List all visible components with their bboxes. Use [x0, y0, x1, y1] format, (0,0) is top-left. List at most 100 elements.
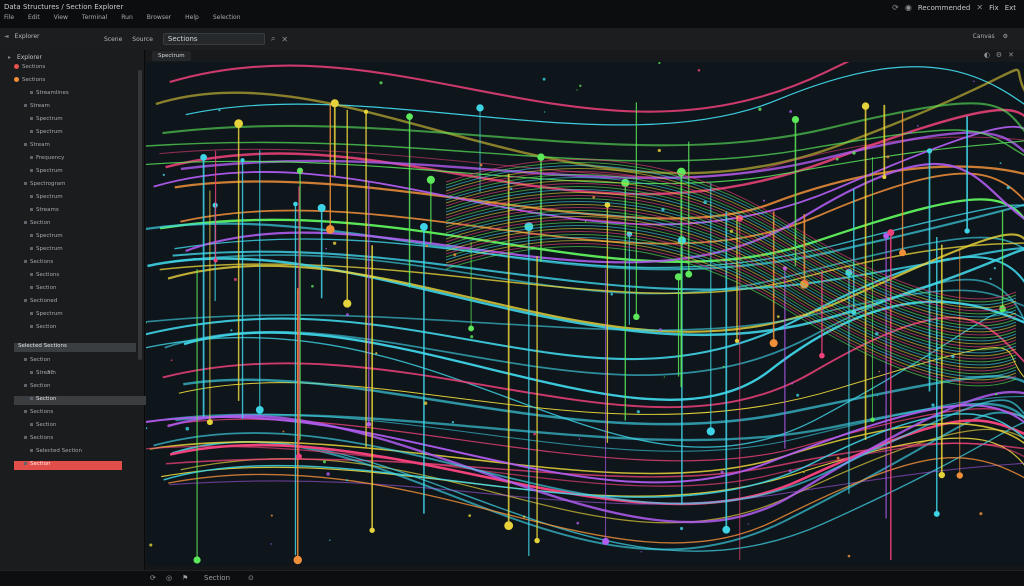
- node-icon: [30, 325, 33, 328]
- close-icon[interactable]: ✕: [1008, 51, 1014, 59]
- node-dot: [870, 417, 875, 422]
- menu-item[interactable]: View: [54, 14, 68, 21]
- visualization-canvas[interactable]: [146, 62, 1024, 566]
- panel-item[interactable]: Stream 30: [14, 370, 56, 379]
- menu-item[interactable]: Terminal: [82, 14, 107, 21]
- clear-icon[interactable]: ✕: [281, 35, 288, 44]
- menu-item[interactable]: Help: [185, 14, 199, 21]
- speck: [722, 365, 725, 368]
- tree-item[interactable]: Sections: [14, 77, 45, 86]
- panel-item[interactable]: Section: [14, 383, 50, 392]
- node-dot: [255, 405, 264, 414]
- speck: [468, 514, 472, 517]
- flag-icon[interactable]: ⚑: [182, 574, 188, 582]
- tree-item[interactable]: Frequency: [14, 155, 64, 164]
- scene-button[interactable]: Scene: [104, 36, 122, 43]
- tree-item[interactable]: Spectrum: [14, 246, 63, 255]
- speck: [510, 187, 513, 190]
- tree-item-label: Section: [30, 461, 51, 467]
- tree-item[interactable]: Spectrum: [14, 194, 63, 203]
- node-icon: [24, 299, 27, 302]
- node-dot: [366, 421, 372, 427]
- speck: [230, 329, 233, 332]
- tree-item-label: Spectrum: [36, 168, 63, 174]
- streamline: [171, 421, 1024, 552]
- tree-item[interactable]: Spectrum: [14, 116, 63, 125]
- close-icon[interactable]: ✕: [976, 3, 983, 12]
- tree-item[interactable]: Spectrum: [14, 129, 63, 138]
- panel-item[interactable]: Selected Section: [14, 448, 82, 457]
- tree-item[interactable]: Section: [14, 324, 56, 333]
- tree-item[interactable]: Sections: [14, 64, 45, 73]
- source-button[interactable]: Source: [132, 36, 153, 43]
- panel-item[interactable]: Section: [14, 422, 56, 431]
- section-input[interactable]: Sections: [162, 33, 265, 45]
- tree-item[interactable]: Streamlines: [14, 90, 69, 99]
- tab-spectrum[interactable]: Spectrum: [152, 51, 191, 61]
- node-icon: [30, 234, 33, 237]
- settings-icon[interactable]: ⚙: [1003, 33, 1008, 40]
- tree-item-label: Sections: [22, 77, 46, 83]
- menu-item[interactable]: File: [4, 14, 14, 21]
- node-dot: [426, 175, 435, 184]
- sync-icon[interactable]: ⟳: [150, 574, 156, 582]
- menu-item[interactable]: Browser: [147, 14, 171, 21]
- search-icon[interactable]: ⌕: [271, 34, 275, 44]
- sidebar-header: ▸ Explorer: [8, 54, 42, 61]
- panel-item[interactable]: Section: [14, 461, 122, 470]
- tree-item[interactable]: Streams: [14, 207, 59, 216]
- tree-item[interactable]: Spectrogram: [14, 181, 66, 190]
- speck: [322, 460, 327, 464]
- node-icon: [30, 273, 33, 276]
- tree-item[interactable]: Spectrum: [14, 168, 63, 177]
- node-dot: [420, 222, 428, 231]
- speck: [796, 393, 800, 397]
- node-dot: [964, 228, 970, 234]
- speck: [325, 247, 327, 250]
- sidebar: ▸ Explorer Sections Sections Streamlines St…: [0, 50, 148, 570]
- gear-icon[interactable]: ⚙: [996, 51, 1002, 59]
- tree-item[interactable]: Sections: [14, 272, 59, 281]
- back-icon[interactable]: ◄: [4, 33, 9, 40]
- focus-icon[interactable]: ⊙: [248, 574, 254, 582]
- speck: [592, 195, 596, 199]
- tree-item-label: Section: [30, 220, 51, 226]
- node-icon: [30, 91, 33, 94]
- status-section-label[interactable]: Section: [204, 574, 230, 582]
- toolbar-explorer-label[interactable]: Explorer: [15, 33, 40, 40]
- tree-item-label: Frequency: [36, 155, 65, 161]
- tree-item[interactable]: Stream: [14, 103, 50, 112]
- panel-item[interactable]: Section: [14, 357, 50, 366]
- target-icon[interactable]: ◎: [166, 574, 172, 582]
- ext-label[interactable]: Ext: [1005, 4, 1016, 12]
- menu-item[interactable]: Selection: [213, 14, 241, 21]
- selected-panel-header[interactable]: Selected Sections: [14, 343, 136, 352]
- speck: [423, 401, 428, 405]
- tree-item[interactable]: Spectrum: [14, 311, 63, 320]
- tree-item[interactable]: Section: [14, 220, 50, 229]
- panel-item[interactable]: Sections: [14, 409, 53, 418]
- menu-item[interactable]: Run: [121, 14, 133, 21]
- canvas-label[interactable]: Canvas: [973, 33, 995, 40]
- panel-item[interactable]: Sections: [14, 435, 53, 444]
- node-dot: [938, 471, 946, 479]
- node-dot: [293, 555, 302, 565]
- speck: [703, 200, 707, 205]
- theme-icon[interactable]: ◐: [984, 51, 990, 59]
- tree-item[interactable]: Sectioned: [14, 298, 57, 307]
- speck: [835, 157, 839, 161]
- tree-item[interactable]: Section: [14, 285, 56, 294]
- menu-item[interactable]: Edit: [28, 14, 40, 21]
- tree-item-label: Sections: [30, 259, 54, 265]
- node-icon: [30, 423, 33, 426]
- tree-item[interactable]: Stream: [14, 142, 50, 151]
- sidebar-scrollbar[interactable]: [138, 70, 142, 360]
- tree-item[interactable]: Sections: [14, 259, 53, 268]
- user-icon[interactable]: ◉: [905, 3, 912, 12]
- fix-label[interactable]: Fix: [989, 4, 999, 12]
- panel-item[interactable]: Section: [14, 396, 148, 405]
- refresh-icon[interactable]: ⟳: [892, 3, 899, 12]
- recommended-label[interactable]: Recommended: [918, 4, 971, 12]
- tree-item[interactable]: Spectrum: [14, 233, 63, 242]
- node-icon: [30, 286, 33, 289]
